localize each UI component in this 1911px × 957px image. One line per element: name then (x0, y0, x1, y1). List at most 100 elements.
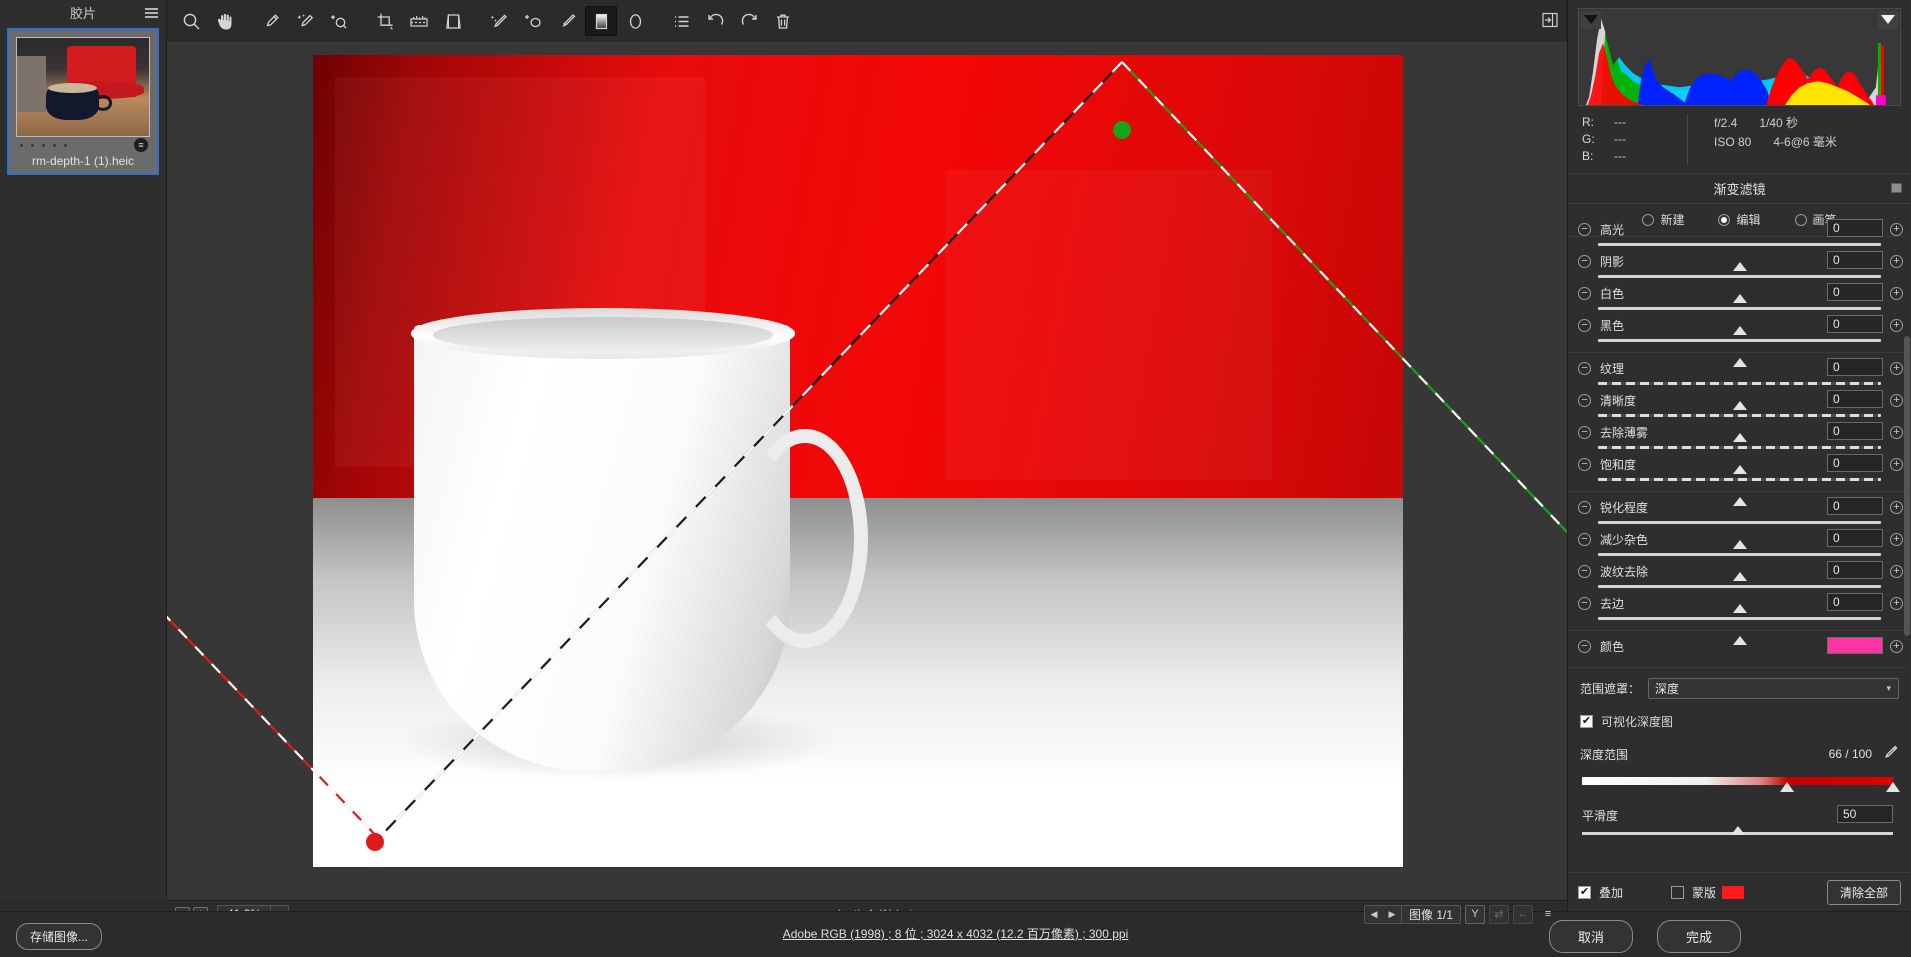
panel-toggle-icon[interactable] (1537, 8, 1563, 32)
highlight-clipping-toggle[interactable] (1878, 11, 1898, 29)
slider-value[interactable]: 0 (1827, 561, 1883, 579)
crop-tool[interactable] (369, 6, 401, 36)
minus-icon[interactable]: − (1578, 255, 1591, 268)
before-after-button[interactable]: Y (1465, 904, 1485, 924)
slider-defringe[interactable]: − 去边 0 + (1568, 592, 1911, 645)
delete-tool[interactable] (767, 6, 799, 36)
mask-color-swatch[interactable] (1722, 885, 1745, 899)
thumbnail-rating[interactable]: ≡ (16, 137, 150, 153)
slider-track[interactable] (1598, 382, 1881, 410)
slider-blacks[interactable]: − 黑色 0 + (1568, 314, 1911, 367)
slider-track[interactable] (1598, 617, 1881, 645)
color-row[interactable]: − 颜色 + (1568, 635, 1911, 661)
mask-toggle[interactable]: ✔ 蒙版 (1671, 884, 1745, 901)
shadow-clipping-toggle[interactable] (1581, 11, 1601, 29)
smoothness-track[interactable] (1582, 826, 1893, 835)
smoothness-value[interactable]: 50 (1837, 805, 1893, 823)
slider-whites[interactable]: − 白色 0 + (1568, 282, 1911, 335)
clear-all-button[interactable]: 清除全部 (1826, 879, 1901, 905)
slider-track[interactable] (1598, 446, 1881, 474)
plus-icon[interactable]: + (1890, 255, 1903, 268)
copy-settings-button[interactable]: ← (1513, 904, 1533, 924)
slider-value[interactable]: 0 (1827, 422, 1883, 440)
slider-track[interactable] (1598, 478, 1881, 506)
red-eye-tool[interactable] (517, 6, 549, 36)
slider-value[interactable]: 0 (1827, 358, 1883, 376)
slider-value[interactable]: 0 (1827, 454, 1883, 472)
plus-icon[interactable]: + (1890, 565, 1903, 578)
next-image-button[interactable]: ▶ (1383, 909, 1401, 920)
slider-value[interactable]: 0 (1827, 219, 1883, 237)
hamburger-icon[interactable] (145, 8, 158, 18)
preview-options-icon[interactable]: ≡ (1537, 905, 1559, 924)
prev-image-button[interactable]: ◀ (1365, 909, 1383, 920)
radial-filter-tool[interactable] (619, 6, 651, 36)
minus-icon[interactable]: − (1578, 640, 1591, 653)
slider-saturation[interactable]: − 饱和度 0 + (1568, 453, 1911, 506)
minus-icon[interactable]: − (1578, 426, 1591, 439)
minus-icon[interactable]: − (1578, 597, 1591, 610)
swap-settings-button[interactable]: ⇄ (1489, 904, 1509, 924)
slider-value[interactable]: 0 (1827, 251, 1883, 269)
presets-tool[interactable] (665, 6, 697, 36)
minus-icon[interactable]: − (1578, 501, 1591, 514)
slider-highlights[interactable]: − 高光 0 + (1568, 218, 1911, 271)
minus-icon[interactable]: − (1578, 394, 1591, 407)
minus-icon[interactable]: − (1578, 223, 1591, 236)
range-mask-select[interactable]: 深度 ▾ (1648, 678, 1899, 699)
checkbox-overlay[interactable]: ✔ (1578, 885, 1591, 899)
slider-shadows[interactable]: − 阴影 0 + (1568, 250, 1911, 303)
image-navigator[interactable]: ◀ ▶ 图像 1/1 (1363, 904, 1461, 924)
slider-track[interactable] (1598, 553, 1881, 581)
redo-tool[interactable] (733, 6, 765, 36)
slider-value[interactable]: 0 (1827, 529, 1883, 547)
filmstrip-thumbnail[interactable]: ≡ rm-depth-1 (1).heic (7, 28, 159, 175)
slider-value[interactable]: 0 (1827, 593, 1883, 611)
slider-track[interactable] (1598, 521, 1881, 549)
slider-value[interactable]: 0 (1827, 315, 1883, 333)
hand-tool[interactable] (209, 6, 241, 36)
straighten-tool[interactable] (403, 6, 435, 36)
plus-icon[interactable]: + (1890, 640, 1903, 653)
cancel-button[interactable]: 取消 (1549, 920, 1633, 953)
image-canvas[interactable] (167, 42, 1567, 900)
color-sampler-tool[interactable] (323, 6, 355, 36)
slider-sharpness[interactable]: − 锐化程度 0 + (1568, 496, 1911, 549)
slider-texture[interactable]: − 纹理 0 + (1568, 357, 1911, 410)
slider-moire-reduction[interactable]: − 波纹去除 0 + (1568, 560, 1911, 613)
minus-icon[interactable]: − (1578, 362, 1591, 375)
checkbox-mask[interactable]: ✔ (1671, 885, 1685, 899)
slider-track[interactable] (1598, 243, 1881, 271)
minus-icon[interactable]: − (1578, 533, 1591, 546)
auto-white-balance-tool[interactable] (289, 6, 321, 36)
panel-scrollbar[interactable] (1904, 216, 1910, 776)
slider-track[interactable] (1598, 585, 1881, 613)
plus-icon[interactable]: + (1890, 319, 1903, 332)
plus-icon[interactable]: + (1890, 597, 1903, 610)
depth-range-low-thumb[interactable] (1780, 782, 1795, 792)
zoom-tool[interactable] (175, 6, 207, 36)
spot-removal-tool[interactable] (483, 6, 515, 36)
slider-dehaze[interactable]: − 去除薄雾 0 + (1568, 421, 1911, 474)
white-balance-tool[interactable] (255, 6, 287, 36)
plus-icon[interactable]: + (1890, 287, 1903, 300)
plus-icon[interactable]: + (1890, 223, 1903, 236)
slider-value[interactable]: 0 (1827, 497, 1883, 515)
slider-track[interactable] (1598, 339, 1881, 367)
slider-track[interactable] (1598, 275, 1881, 303)
plus-icon[interactable]: + (1890, 362, 1903, 375)
color-swatch[interactable] (1827, 637, 1883, 654)
smoothness-row[interactable]: 平滑度 50 (1580, 805, 1899, 841)
minus-icon[interactable]: − (1578, 565, 1591, 578)
chevron-down-icon[interactable]: ▾ (1886, 683, 1891, 694)
smoothness-thumb[interactable] (1730, 826, 1745, 835)
sliders-scroll-area[interactable]: − 高光 0 + − 阴影 0 + − 白色 0 + − 黑色 0 + − 纹理… (1568, 214, 1911, 872)
plus-icon[interactable]: + (1890, 501, 1903, 514)
overlay-toggle[interactable]: ✔ 叠加 (1578, 884, 1623, 901)
slider-value[interactable]: 0 (1827, 390, 1883, 408)
panel-collapse-icon[interactable] (1891, 183, 1902, 193)
slider-noise-reduction[interactable]: − 减少杂色 0 + (1568, 528, 1911, 581)
plus-icon[interactable]: + (1890, 533, 1903, 546)
plus-icon[interactable]: + (1890, 426, 1903, 439)
done-button[interactable]: 完成 (1657, 920, 1741, 953)
